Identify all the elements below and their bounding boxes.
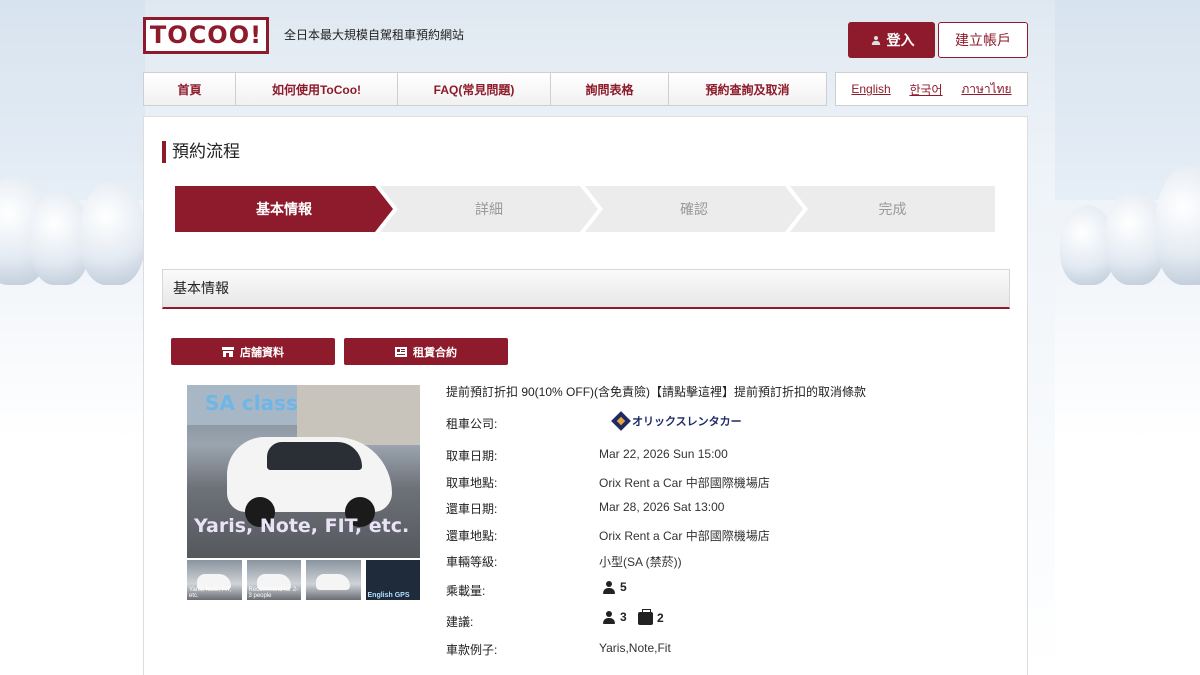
booking-card: 預約流程 基本情報 詳細 確認 完成 基本情報 店舗資料 租賃合約 SA cla… bbox=[143, 116, 1028, 675]
login-button[interactable]: 登入 bbox=[848, 22, 935, 58]
return-date-value: Mar 28, 2026 Sat 13:00 bbox=[599, 500, 725, 514]
rental-company-logo: オリックスレンタカー bbox=[611, 411, 742, 431]
nav-item-booking-lookup[interactable]: 預約查詢及取消 bbox=[668, 72, 827, 106]
step-basic-info: 基本情報 bbox=[175, 186, 393, 232]
discount-promo[interactable]: 提前預訂折扣 90(10% OFF)(含免責險)【請點擊這裡】提前預訂折扣的取消… bbox=[446, 383, 866, 400]
person-icon bbox=[602, 580, 616, 594]
suitcase-icon bbox=[638, 609, 653, 625]
store-info-label: 店舗資料 bbox=[240, 346, 284, 359]
tocoo-logo[interactable]: TOCOO! bbox=[143, 17, 269, 54]
rental-company-name: オリックスレンタカー bbox=[632, 416, 742, 428]
nav-item-inquiry-form[interactable]: 詢問表格 bbox=[550, 72, 669, 106]
car-models-caption: Yaris, Note, FIT, etc. bbox=[194, 515, 410, 537]
pickup-place-value: Orix Rent a Car 中部國際機場店 bbox=[599, 476, 770, 490]
panel-title: 基本情報 bbox=[162, 269, 1010, 309]
orix-icon bbox=[611, 411, 631, 431]
return-place-value: Orix Rent a Car 中部國際機場店 bbox=[599, 529, 770, 543]
login-label: 登入 bbox=[886, 32, 915, 48]
thumbnail[interactable]: English GPS bbox=[365, 560, 420, 600]
site-tagline: 全日本最大規模自駕租車預約網站 bbox=[284, 28, 465, 42]
photo-thumbnails: Yaris, Note, FIT, etc. Recommend for 2-3… bbox=[187, 560, 420, 600]
store-info-button[interactable]: 店舗資料 bbox=[171, 338, 335, 365]
thumbnail[interactable] bbox=[306, 560, 361, 600]
snow-background-left bbox=[0, 0, 145, 675]
page-title: 預約流程 bbox=[162, 141, 240, 163]
suggested-people: 3 bbox=[602, 610, 627, 624]
store-icon bbox=[222, 346, 234, 357]
document-icon bbox=[395, 346, 407, 357]
suggested-luggage: 2 bbox=[638, 609, 664, 625]
pickup-place-label: 取車地點: bbox=[446, 476, 498, 490]
user-icon bbox=[871, 35, 881, 45]
site-header: TOCOO! 全日本最大規模自駕租車預約網站 登入 建立帳戶 bbox=[143, 0, 1028, 66]
pickup-date-value: Mar 22, 2026 Sun 15:00 bbox=[599, 447, 728, 461]
pickup-date-label: 取車日期: bbox=[446, 449, 498, 463]
step-confirm: 確認 bbox=[585, 186, 803, 232]
capacity-value: 5 bbox=[602, 580, 627, 594]
suggestion-label: 建議: bbox=[446, 615, 474, 629]
company-label: 租車公司: bbox=[446, 417, 498, 431]
lang-english[interactable]: English bbox=[851, 82, 890, 96]
step-complete: 完成 bbox=[790, 186, 995, 232]
step-details: 詳細 bbox=[380, 186, 598, 232]
rental-contract-label: 租賃合約 bbox=[413, 346, 457, 359]
lang-korean[interactable]: 한국어 bbox=[909, 81, 942, 98]
lang-thai[interactable]: ภาษาไทย bbox=[961, 80, 1011, 99]
nav-item-faq[interactable]: FAQ(常見問題) bbox=[397, 72, 551, 106]
thumbnail[interactable]: Yaris, Note, FIT, etc. bbox=[187, 560, 242, 600]
nav-item-home[interactable]: 首頁 bbox=[143, 72, 236, 106]
return-date-label: 還車日期: bbox=[446, 502, 498, 516]
car-models-label: 車款例子: bbox=[446, 643, 498, 657]
car-photo[interactable]: SA class Yaris, Note, FIT, etc. bbox=[187, 385, 420, 558]
create-account-button[interactable]: 建立帳戶 bbox=[938, 22, 1028, 58]
thumbnail[interactable]: Recommend for 2-3 people bbox=[246, 560, 301, 600]
car-models-value: Yaris,Note,Fit bbox=[599, 641, 671, 655]
capacity-label: 乘載量: bbox=[446, 584, 486, 598]
return-place-label: 還車地點: bbox=[446, 529, 498, 543]
nav-item-how-to-use[interactable]: 如何使用ToCoo! bbox=[235, 72, 398, 106]
booking-steps: 基本情報 詳細 確認 完成 bbox=[175, 186, 995, 232]
language-switcher: English 한국어 ภาษาไทย bbox=[835, 72, 1028, 106]
vehicle-class-value: 小型(SA (禁菸)) bbox=[599, 555, 682, 569]
car-class-caption: SA class bbox=[205, 391, 298, 415]
vehicle-class-label: 車輛等級: bbox=[446, 555, 498, 569]
rental-contract-button[interactable]: 租賃合約 bbox=[344, 338, 508, 365]
page-container: TOCOO! 全日本最大規模自駕租車預約網站 登入 建立帳戶 首頁 如何使用To… bbox=[143, 0, 1028, 675]
snow-background-right bbox=[1055, 0, 1200, 675]
person-icon bbox=[602, 610, 616, 624]
main-nav: 首頁 如何使用ToCoo! FAQ(常見問題) 詢問表格 預約查詢及取消 bbox=[143, 72, 827, 106]
